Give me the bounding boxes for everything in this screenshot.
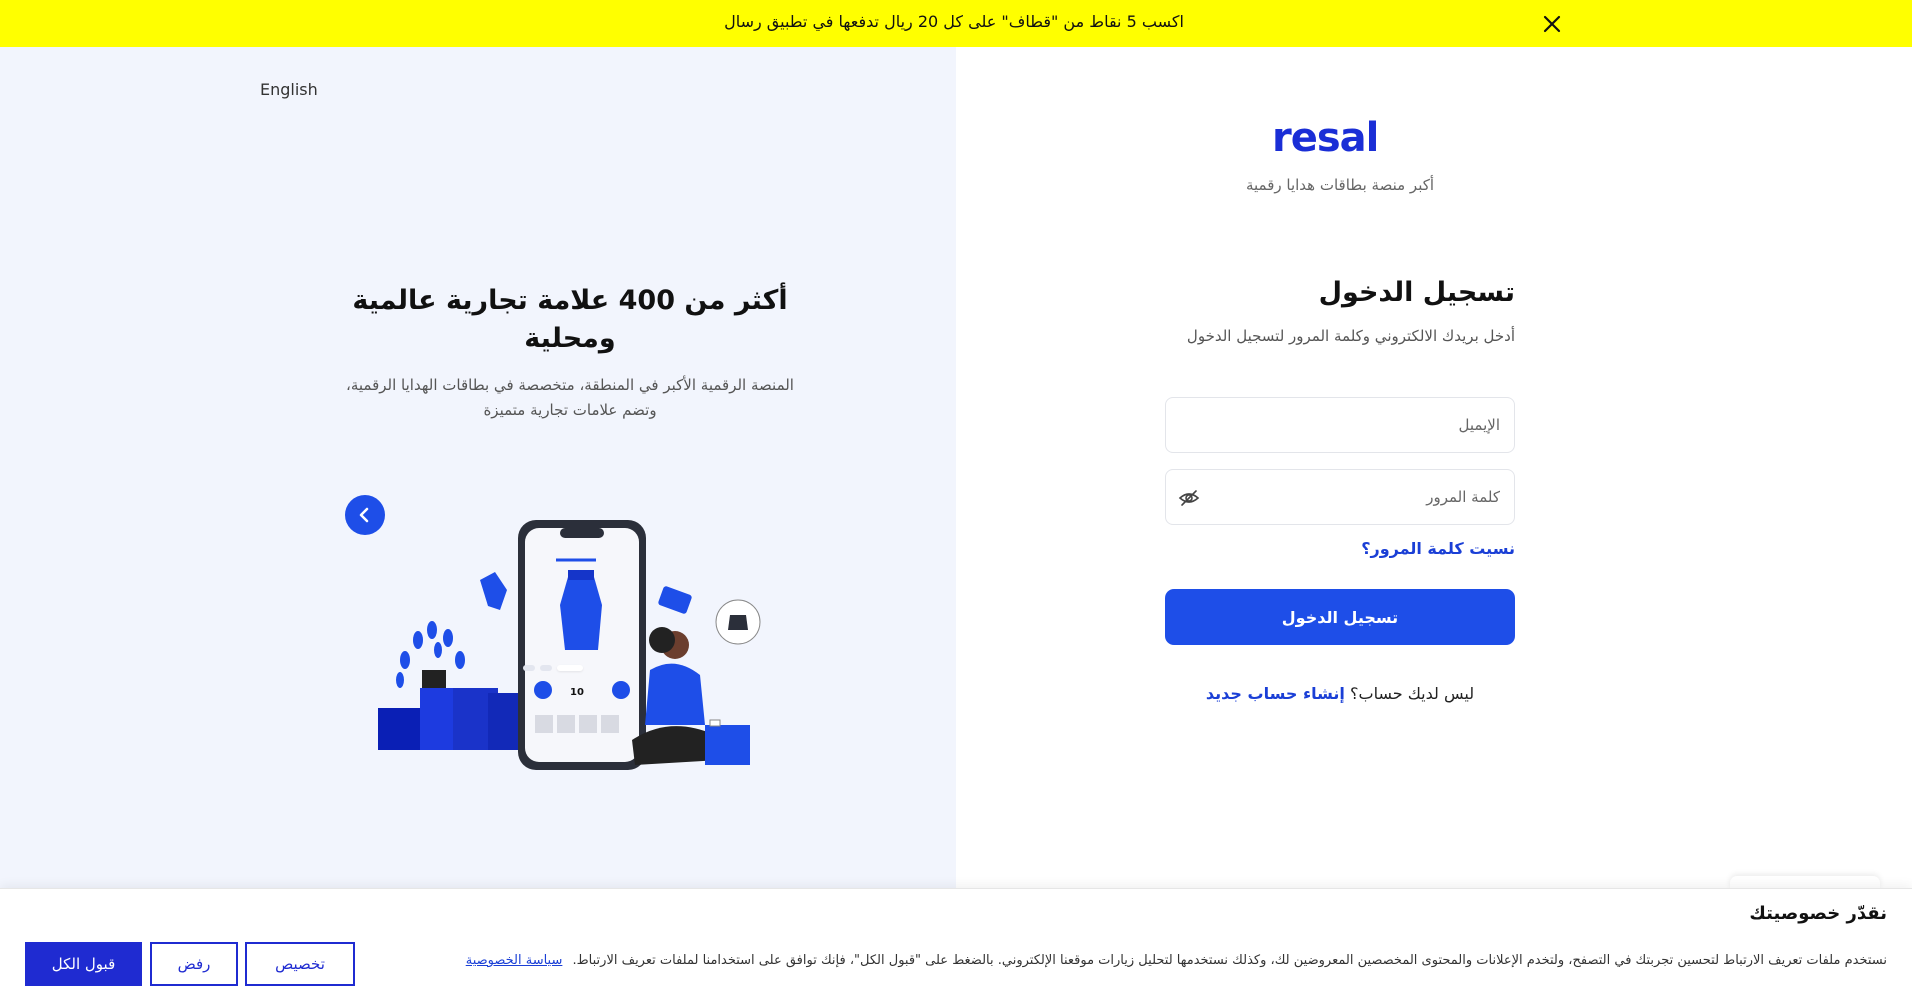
promo-banner: اكسب 5 نقاط من "قطاف" على كل 20 ريال تدف… <box>0 0 1912 47</box>
slide-dot[interactable] <box>540 665 552 671</box>
reject-cookies-button[interactable]: رفض <box>150 942 238 986</box>
email-field-wrapper <box>1165 397 1515 453</box>
login-subtitle: أدخل بريدك الالكتروني وكلمة المرور لتسجي… <box>1186 327 1515 345</box>
email-input[interactable] <box>1180 398 1500 452</box>
promo-message: اكسب 5 نقاط من "قطاف" على كل 20 ريال تدف… <box>724 12 1184 31</box>
slide-indicators <box>523 665 583 671</box>
login-submit-button[interactable]: تسجيل الدخول <box>1165 589 1515 645</box>
language-switch-link[interactable]: English <box>260 80 318 99</box>
promo-slider-panel: English أكثر من 400 علامة تجارية عالمية … <box>0 47 956 1002</box>
cookie-title: نقدّر خصوصيتك <box>1749 903 1887 924</box>
slide-dot-active[interactable] <box>557 665 583 671</box>
svg-text:resal: resal <box>1272 115 1378 160</box>
resal-logo[interactable]: resal <box>1270 115 1408 160</box>
slide-title: أكثر من 400 علامة تجارية عالمية ومحلية <box>352 285 788 354</box>
promo-text: اكسب 5 نقاط من "قطاف" على كل 20 ريال تدف… <box>0 12 1912 31</box>
svg-text:10: 10 <box>570 687 584 698</box>
eye-off-icon[interactable] <box>1178 487 1200 509</box>
close-icon[interactable] <box>1541 13 1563 35</box>
password-field-wrapper <box>1165 469 1515 525</box>
cookie-text: نستخدم ملفات تعريف الارتباط لتحسين تجربت… <box>572 953 1887 968</box>
privacy-policy-link[interactable]: سياسة الخصوصية <box>466 953 563 968</box>
slide-dot[interactable] <box>523 665 535 671</box>
signup-prompt: ليس لديك حساب؟ إنشاء حساب جديد <box>1165 684 1515 703</box>
password-input[interactable] <box>1216 470 1500 524</box>
brand-tagline: أكبر منصة بطاقات هدايا رقمية <box>1245 176 1435 194</box>
signup-link[interactable]: إنشاء حساب جديد <box>1206 684 1345 703</box>
cookie-consent-banner: نقدّر خصوصيتك نستخدم ملفات تعريف الارتبا… <box>0 888 1912 1002</box>
customize-cookies-button[interactable]: تخصيص <box>245 942 355 986</box>
slide-subtitle: المنصة الرقمية الأكبر في المنطقة، متخصصة… <box>346 376 794 419</box>
shopping-illustration: 10 <box>378 520 761 770</box>
cookie-description: نستخدم ملفات تعريف الارتباط لتحسين تجربت… <box>410 953 1887 968</box>
forgot-password-link[interactable]: نسيت كلمة المرور؟ <box>1290 539 1515 558</box>
no-account-text: ليس لديك حساب؟ <box>1350 684 1475 703</box>
accept-all-cookies-button[interactable]: قبول الكل <box>25 942 142 986</box>
login-title: تسجيل الدخول <box>1318 277 1515 308</box>
